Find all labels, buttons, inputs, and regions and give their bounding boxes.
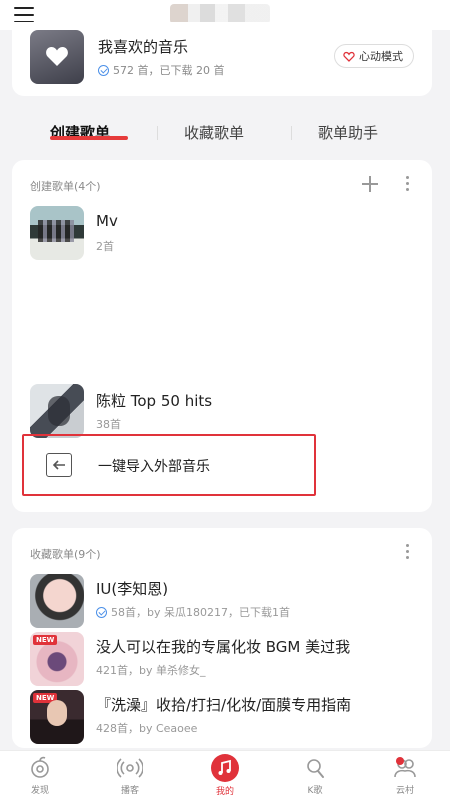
plus-icon[interactable] <box>362 176 378 192</box>
import-label: 一键导入外部音乐 <box>98 459 210 475</box>
favorites-cover <box>30 30 84 84</box>
karaoke-icon <box>302 755 328 781</box>
favorites-card[interactable]: 我喜欢的音乐 572 首，已下载 20 首 心动模式 <box>12 22 432 96</box>
nav-podcast[interactable]: 播客 <box>95 755 165 796</box>
nav-discover[interactable]: 发现 <box>5 755 75 796</box>
downloaded-check-icon <box>96 606 107 618</box>
downloaded-check-icon <box>98 64 109 76</box>
new-badge: NEW <box>33 635 58 645</box>
favorites-title: 我喜欢的音乐 <box>98 38 189 56</box>
playlist-meta: 58首，by 呆瓜180217，已下载1首 <box>96 604 290 620</box>
favorites-meta: 572 首，已下载 20 首 <box>98 62 224 78</box>
tab-divider <box>157 126 158 140</box>
nav-community[interactable]: 云村 <box>370 755 440 796</box>
created-section-title: 创建歌单(4个) <box>30 180 101 193</box>
heart-icon <box>46 47 68 66</box>
bottom-nav: 发现 播客 我的 K歌 云村 <box>0 750 450 800</box>
active-tab-underline <box>50 136 128 140</box>
blurred-user-name <box>170 4 270 24</box>
more-icon[interactable] <box>406 176 410 192</box>
playlist-title: Mv <box>96 212 118 230</box>
heart-outline-icon <box>343 51 355 62</box>
playlist-cover <box>30 574 84 628</box>
notification-dot <box>396 757 404 765</box>
nav-karaoke[interactable]: K歌 <box>280 755 350 796</box>
discover-icon <box>27 755 53 781</box>
tab-assistant[interactable]: 歌单助手 <box>318 122 378 143</box>
import-icon <box>46 453 72 477</box>
music-note-icon <box>211 754 239 782</box>
new-badge: NEW <box>33 693 58 703</box>
playlist-title: IU(李知恩) <box>96 580 169 598</box>
import-external-music-button[interactable]: 一键导入外部音乐 <box>22 434 316 496</box>
tab-collected[interactable]: 收藏歌单 <box>184 122 244 143</box>
playlist-title: 陈粒 Top 50 hits <box>96 392 213 410</box>
playlist-meta: 428首，by Ceaoee <box>96 722 198 735</box>
collected-section-title: 收藏歌单(9个) <box>30 548 101 561</box>
playlist-cover <box>30 206 84 260</box>
playlist-meta: 421首，by 单杀修女_ <box>96 664 206 677</box>
menu-icon[interactable] <box>14 7 34 23</box>
playlist-meta: 38首 <box>96 418 121 431</box>
playlist-meta: 2首 <box>96 240 114 253</box>
tab-divider <box>291 126 292 140</box>
playlist-tabs: 创建歌单 收藏歌单 歌单助手 <box>0 118 450 148</box>
playlist-title: 『洗澡』收拾/打扫/化妆/面膜专用指南 <box>96 696 352 714</box>
more-icon[interactable] <box>406 544 410 560</box>
podcast-icon <box>116 755 144 781</box>
collected-playlists-card: 收藏歌单(9个) IU(李知恩) 58首，by 呆瓜180217，已下载1首 N… <box>12 528 432 748</box>
playlist-title: 没人可以在我的专属化妆 BGM 美过我 <box>96 638 351 656</box>
nav-mine[interactable]: 我的 <box>190 754 260 797</box>
playlist-cover: NEW <box>30 690 84 744</box>
community-icon <box>392 755 418 781</box>
playlist-cover: NEW <box>30 632 84 686</box>
playlist-cover <box>30 384 84 438</box>
blank-area <box>12 268 432 376</box>
heart-mode-button[interactable]: 心动模式 <box>334 44 414 68</box>
